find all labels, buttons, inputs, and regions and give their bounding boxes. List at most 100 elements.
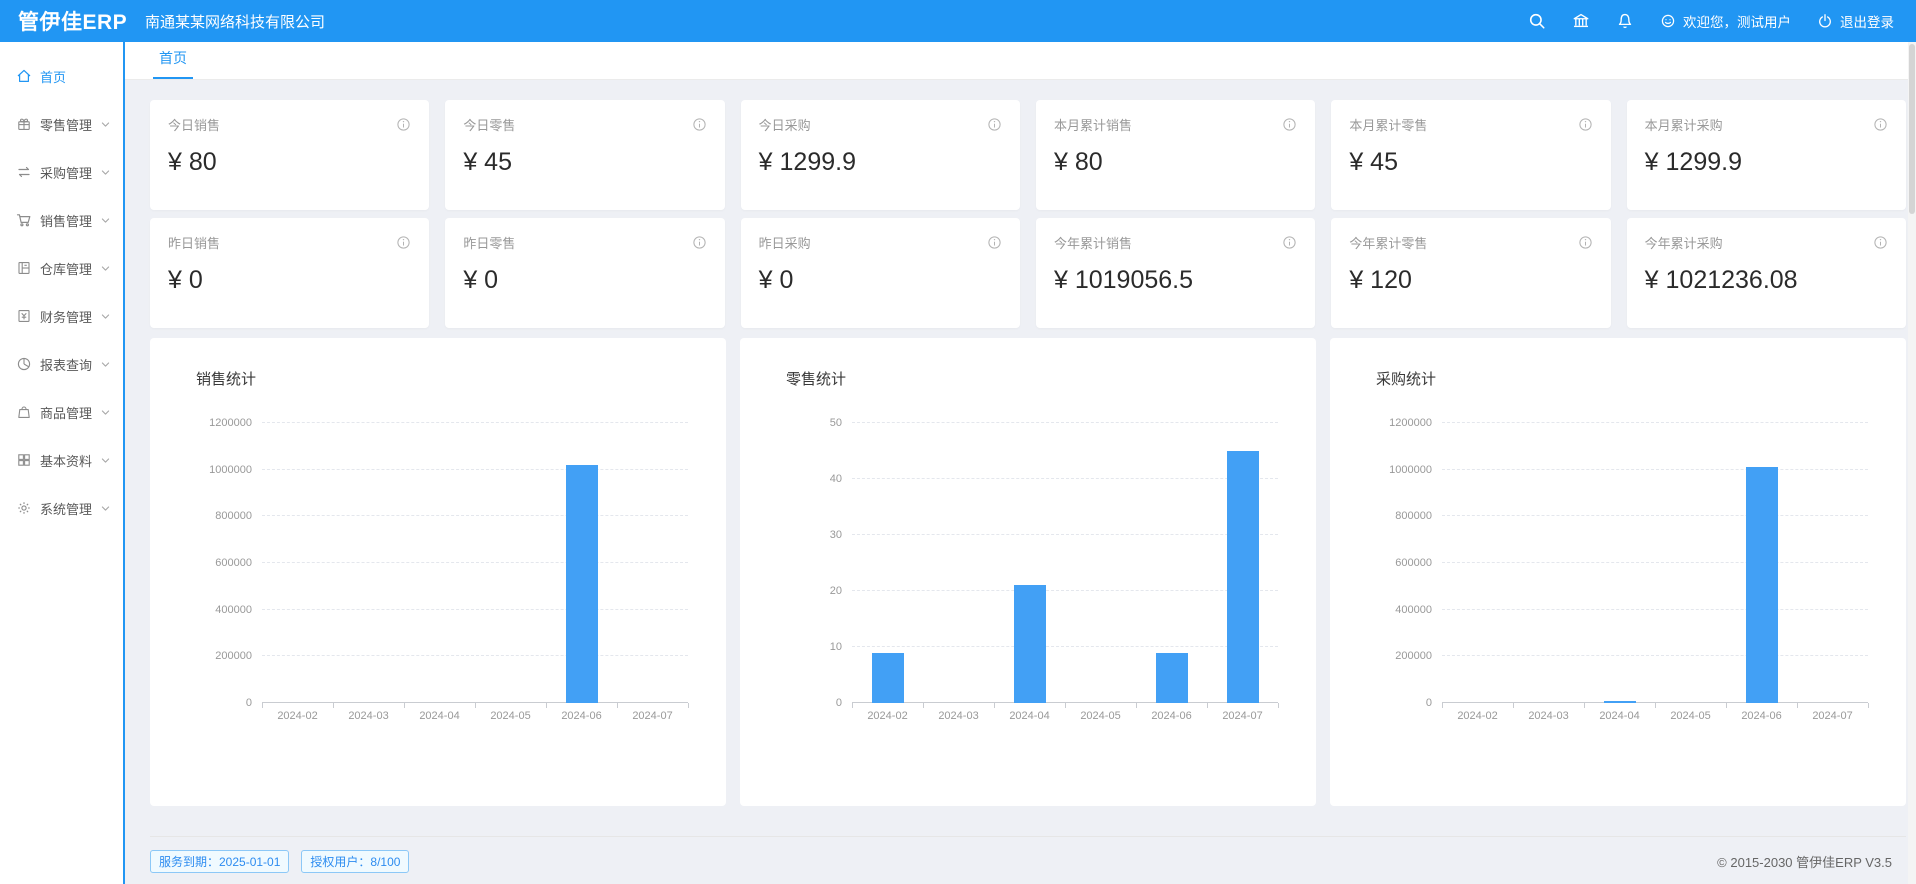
y-tick-label: 600000 (215, 557, 252, 569)
sidebar-item-home[interactable]: 首页 (0, 52, 123, 100)
stat-card: 今年累计销售¥ 1019056.5 (1036, 218, 1315, 328)
x-axis-tick (1065, 703, 1066, 708)
bar (1227, 451, 1259, 703)
chart-panel: 销售统计020000040000060000080000010000001200… (150, 338, 726, 806)
stat-card-header: 昨日采购 (759, 233, 1002, 252)
stat-value: ¥ 80 (168, 148, 411, 177)
chart-plot-area: 020000040000060000080000010000001200000 (1442, 423, 1868, 703)
info-icon[interactable] (1282, 235, 1297, 250)
x-tick-label: 2024-02 (852, 710, 923, 722)
x-tick-label: 2024-02 (262, 710, 333, 722)
sidebar-item-warehouse[interactable]: 仓库管理 (0, 244, 123, 292)
welcome-text: 欢迎您，测试用户 (1683, 11, 1791, 31)
info-icon[interactable] (692, 235, 707, 250)
scrollbar[interactable] (1908, 42, 1916, 884)
stat-label: 今日零售 (463, 115, 515, 134)
sales-icon (16, 212, 32, 228)
bar (1604, 701, 1636, 703)
chevron-down-icon (100, 359, 111, 370)
info-icon[interactable] (1578, 117, 1593, 132)
warehouse-icon (16, 260, 32, 276)
info-icon[interactable] (1873, 117, 1888, 132)
bell-icon[interactable] (1616, 12, 1634, 30)
y-tick-label: 1200000 (1389, 417, 1432, 429)
stat-cards-row1: 今日销售¥ 80今日零售¥ 45今日采购¥ 1299.9本月累计销售¥ 80本月… (150, 100, 1906, 210)
purchase-icon (16, 164, 32, 180)
chevron-down-icon (100, 455, 111, 466)
x-tick-label: 2024-05 (1655, 710, 1726, 722)
sidebar-item-report[interactable]: 报表查询 (0, 340, 123, 388)
x-tick-label: 2024-06 (1136, 710, 1207, 722)
bar-slot (1207, 423, 1278, 703)
x-tick-label: 2024-07 (1797, 710, 1868, 722)
smile-icon (1660, 13, 1676, 29)
company-name: 南通某某网络科技有限公司 (145, 11, 1528, 32)
stat-value: ¥ 1299.9 (759, 148, 1002, 177)
stat-value: ¥ 45 (463, 148, 706, 177)
y-tick-label: 30 (830, 529, 842, 541)
stat-value: ¥ 1299.9 (1645, 148, 1888, 177)
bank-icon[interactable] (1572, 12, 1590, 30)
bar-slot (1584, 423, 1655, 703)
x-tick-label: 2024-05 (475, 710, 546, 722)
bar (1746, 467, 1778, 703)
info-icon[interactable] (987, 235, 1002, 250)
x-tick-label: 2024-03 (923, 710, 994, 722)
search-icon[interactable] (1528, 12, 1546, 30)
sidebar-item-sales[interactable]: 销售管理 (0, 196, 123, 244)
stat-card: 本月累计采购¥ 1299.9 (1627, 100, 1906, 210)
x-axis-tick (1442, 703, 1443, 708)
info-icon[interactable] (692, 117, 707, 132)
info-icon[interactable] (1578, 235, 1593, 250)
stat-label: 昨日销售 (168, 233, 220, 252)
sidebar-item-system[interactable]: 系统管理 (0, 484, 123, 532)
x-tick-label: 2024-04 (994, 710, 1065, 722)
stat-card-header: 今日采购 (759, 115, 1002, 134)
body: 首页零售管理采购管理销售管理仓库管理财务管理报表查询商品管理基本资料系统管理 首… (0, 42, 1916, 884)
y-tick-label: 600000 (1395, 557, 1432, 569)
sidebar-item-finance[interactable]: 财务管理 (0, 292, 123, 340)
y-tick-label: 10 (830, 641, 842, 653)
x-axis-tick (1278, 703, 1279, 708)
stat-card: 今年累计零售¥ 120 (1331, 218, 1610, 328)
license-tag: 服务到期：2025-01-01 (150, 850, 289, 873)
logout-button[interactable]: 退出登录 (1817, 11, 1894, 31)
welcome-user[interactable]: 欢迎您，测试用户 (1660, 11, 1791, 31)
info-icon[interactable] (1873, 235, 1888, 250)
y-tick-label: 0 (1426, 697, 1432, 709)
stat-label: 今日销售 (168, 115, 220, 134)
chart-panel: 采购统计020000040000060000080000010000001200… (1330, 338, 1906, 806)
chevron-down-icon (100, 503, 111, 514)
sidebar-item-goods[interactable]: 商品管理 (0, 388, 123, 436)
x-axis-tick (333, 703, 334, 708)
sidebar-item-retail[interactable]: 零售管理 (0, 100, 123, 148)
scrollbar-thumb[interactable] (1909, 44, 1915, 214)
info-icon[interactable] (1282, 117, 1297, 132)
stat-value: ¥ 0 (759, 266, 1002, 295)
y-tick-label: 0 (246, 697, 252, 709)
x-axis-tick (262, 703, 263, 708)
bar (1156, 653, 1188, 703)
app-root: 管伊佳ERP 南通某某网络科技有限公司 欢迎您，测试用户 (0, 0, 1916, 884)
stat-card-header: 昨日零售 (463, 233, 706, 252)
sidebar-item-label: 首页 (40, 67, 113, 86)
x-axis-tick (1584, 703, 1585, 708)
chevron-down-icon (100, 407, 111, 418)
stat-card: 今日销售 ¥ 80 (150, 100, 429, 210)
bar-slot (262, 423, 333, 703)
tab-首页[interactable]: 首页 (153, 48, 193, 79)
sidebar-item-basic[interactable]: 基本资料 (0, 436, 123, 484)
chevron-down-icon (100, 311, 111, 322)
info-icon[interactable] (396, 117, 411, 132)
x-tick-label: 2024-04 (1584, 710, 1655, 722)
sidebar-item-label: 财务管理 (40, 307, 100, 326)
bar-slot (1065, 423, 1136, 703)
stat-card: 昨日销售¥ 0 (150, 218, 429, 328)
stat-card-header: 昨日销售 (168, 233, 411, 252)
home-icon (16, 68, 32, 84)
sidebar-item-label: 基本资料 (40, 451, 100, 470)
sidebar-item-label: 商品管理 (40, 403, 100, 422)
info-icon[interactable] (987, 117, 1002, 132)
info-icon[interactable] (396, 235, 411, 250)
sidebar-item-purchase[interactable]: 采购管理 (0, 148, 123, 196)
